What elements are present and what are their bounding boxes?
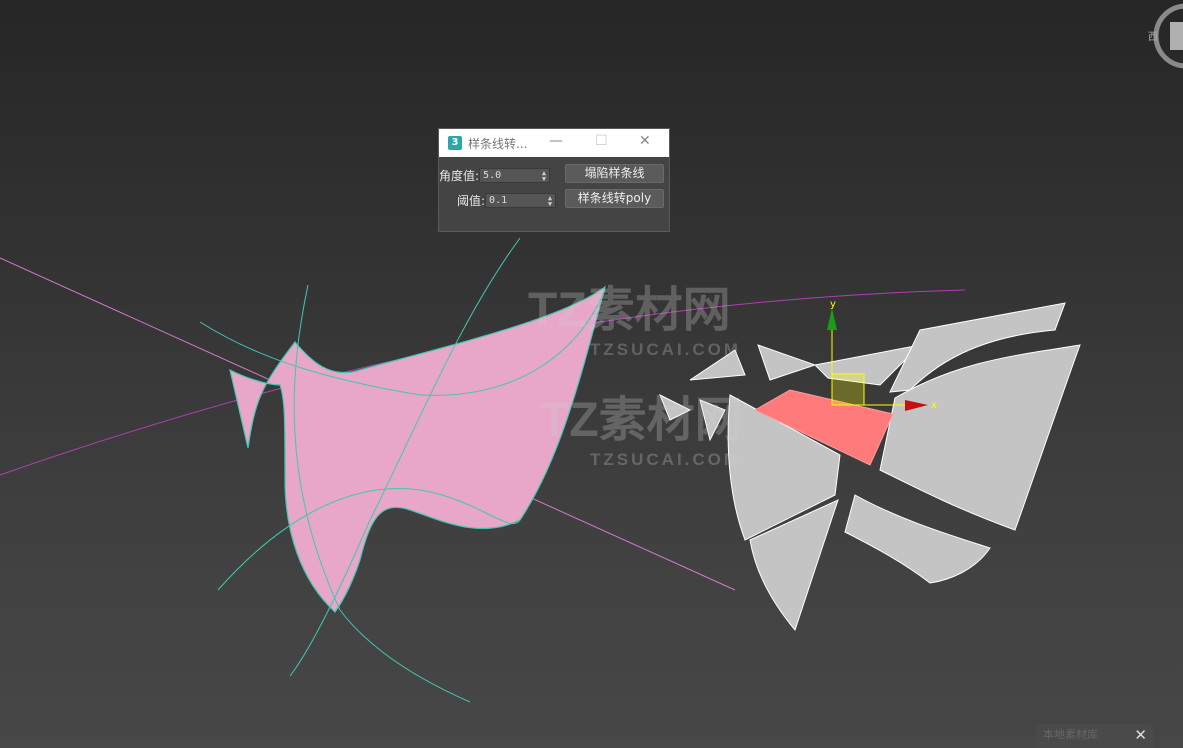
dialog-titlebar[interactable]: 3 样条线转... — ☐ ✕ (439, 129, 669, 157)
threshold-value[interactable]: 0.1 (489, 195, 507, 206)
spline-to-poly-button[interactable]: 样条线转poly (565, 189, 664, 208)
gizmo-y-label: y (830, 299, 836, 310)
viewcube-west-label: 西 (1148, 32, 1158, 43)
watermark-url: TZSUCAI.COM (590, 340, 742, 359)
viewcube[interactable]: 西 (1148, 0, 1183, 75)
watermark-url: TZSUCAI.COM (590, 450, 742, 469)
maximize-icon[interactable]: ☐ (595, 133, 608, 149)
spline-to-poly-dialog: 3 样条线转... — ☐ ✕ 角度值: 5.0 ▲ ▼ 阈值: 0.1 ▲ ▼ 塌陷样… (438, 128, 670, 232)
threshold-label: 阈值: (457, 194, 486, 208)
collapse-spline-button[interactable]: 塌陷样条线 (565, 164, 664, 183)
angle-spinner[interactable]: 5.0 ▲ ▼ (479, 168, 551, 183)
y-axis-arrow-icon (827, 308, 837, 330)
local-library-tab[interactable]: 本地素材库 ✕ (1036, 724, 1153, 748)
local-library-label: 本地素材库 (1043, 728, 1098, 741)
threshold-spinner[interactable]: 0.1 ▲ ▼ (485, 193, 557, 208)
watermark-logo: TZ素材网 (540, 394, 743, 447)
minimize-icon[interactable]: — (549, 133, 563, 149)
dialog-title: 样条线转... (468, 136, 528, 151)
watermark-logo: TZ素材网 (528, 284, 731, 337)
spinner-arrows-icon[interactable]: ▲ ▼ (542, 169, 546, 183)
angle-value[interactable]: 5.0 (483, 170, 501, 181)
gizmo-x-label: x (931, 400, 937, 411)
3d-viewport[interactable]: y x (0, 0, 1183, 748)
spinner-arrows-icon[interactable]: ▲ ▼ (548, 194, 552, 208)
close-icon[interactable]: ✕ (1134, 724, 1147, 746)
angle-label: 角度值: (439, 169, 480, 183)
close-icon[interactable]: ✕ (639, 133, 651, 149)
3dsmax-app-icon: 3 (448, 136, 462, 150)
